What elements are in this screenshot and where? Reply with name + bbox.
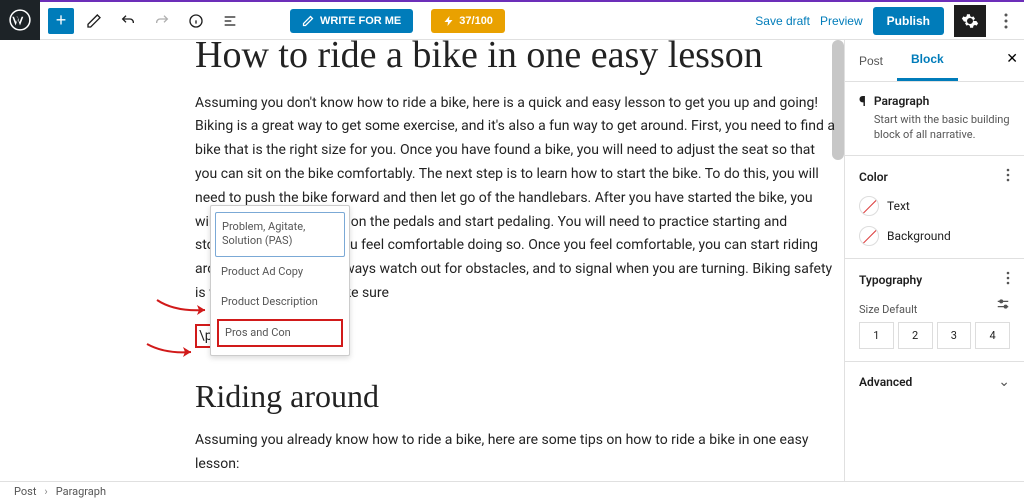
size-preset[interactable]: 1: [859, 322, 894, 349]
suggestion-item[interactable]: Problem, Agitate, Solution (PAS): [215, 212, 345, 257]
post-title[interactable]: How to ride a bike in one easy lesson: [195, 40, 835, 78]
slider-icon[interactable]: [996, 297, 1010, 315]
toolbar-right: Save draft Preview Publish: [755, 5, 1016, 37]
redo-button[interactable]: [148, 7, 176, 35]
edit-mode-button[interactable]: [80, 7, 108, 35]
credits-label: 37/100: [459, 15, 493, 27]
chevron-down-icon: ⌄: [998, 374, 1010, 390]
suggestion-item[interactable]: Product Description: [211, 287, 349, 317]
typography-section-title: Typography: [859, 273, 922, 287]
block-sidebar: Post Block ✕ ¶ Paragraph Start with the …: [844, 40, 1024, 481]
size-preset[interactable]: 2: [898, 322, 933, 349]
suggestion-item[interactable]: Product Ad Copy: [211, 257, 349, 287]
size-presets: 1 2 3 4: [859, 322, 1010, 349]
add-block-button[interactable]: +: [48, 8, 74, 34]
wordpress-logo[interactable]: [0, 0, 40, 40]
undo-button[interactable]: [114, 7, 142, 35]
annotation-arrow-icon: [155, 298, 215, 318]
block-breadcrumb: Post › Paragraph: [0, 481, 1024, 501]
editor-canvas: How to ride a bike in one easy lesson As…: [0, 40, 844, 481]
paragraph-icon: ¶: [859, 94, 866, 110]
sidebar-tabs: Post Block ✕: [845, 40, 1024, 82]
more-icon[interactable]: [1006, 168, 1010, 186]
suggestion-item-highlighted[interactable]: Pros and Con: [217, 319, 343, 347]
more-menu-button[interactable]: [996, 5, 1016, 37]
advanced-section[interactable]: Advanced ⌄: [845, 362, 1024, 402]
background-color-label: Background: [887, 229, 951, 243]
text-color-label: Text: [887, 199, 910, 213]
write-for-me-button[interactable]: WRITE FOR ME: [290, 9, 413, 33]
block-type-label: Paragraph: [874, 94, 1010, 108]
color-swatch-icon: [859, 196, 879, 216]
publish-button[interactable]: Publish: [873, 7, 944, 35]
more-icon[interactable]: [1006, 271, 1010, 289]
color-section-title: Color: [859, 170, 888, 184]
annotation-arrow-icon: [145, 340, 200, 360]
close-sidebar-button[interactable]: ✕: [1006, 50, 1018, 67]
chevron-right-icon: ›: [44, 485, 47, 498]
tab-block[interactable]: Block: [897, 40, 958, 81]
breadcrumb-root[interactable]: Post: [14, 485, 36, 498]
size-label: Size Default: [859, 303, 917, 316]
tab-post[interactable]: Post: [845, 40, 897, 81]
heading-block[interactable]: Riding around: [195, 378, 835, 415]
outline-button[interactable]: [216, 7, 244, 35]
write-for-me-label: WRITE FOR ME: [320, 15, 401, 27]
text-color-control[interactable]: Text: [859, 196, 1010, 216]
color-swatch-icon: [859, 226, 879, 246]
save-draft-button[interactable]: Save draft: [755, 14, 810, 28]
color-section: Color Text Background: [845, 156, 1024, 259]
editor-toolbar: + WRITE FOR ME 37/100 Save draft Preview…: [40, 0, 1024, 40]
typography-section: Typography Size Default 1 2 3 4: [845, 259, 1024, 362]
settings-button[interactable]: [954, 5, 986, 37]
size-preset[interactable]: 4: [975, 322, 1010, 349]
breadcrumb-current[interactable]: Paragraph: [56, 485, 106, 498]
toolbar-left: + WRITE FOR ME 37/100: [48, 7, 505, 35]
block-type-desc: Start with the basic building block of a…: [874, 112, 1010, 143]
block-type-section: ¶ Paragraph Start with the basic buildin…: [845, 82, 1024, 156]
advanced-title: Advanced: [859, 375, 912, 389]
preview-button[interactable]: Preview: [820, 14, 863, 28]
size-preset[interactable]: 3: [937, 322, 972, 349]
background-color-control[interactable]: Background: [859, 226, 1010, 246]
credits-button[interactable]: 37/100: [431, 9, 505, 33]
paragraph-block[interactable]: Assuming you already know how to ride a …: [195, 429, 835, 477]
info-button[interactable]: [182, 7, 210, 35]
slash-suggestions-menu: Problem, Agitate, Solution (PAS) Product…: [210, 205, 350, 356]
